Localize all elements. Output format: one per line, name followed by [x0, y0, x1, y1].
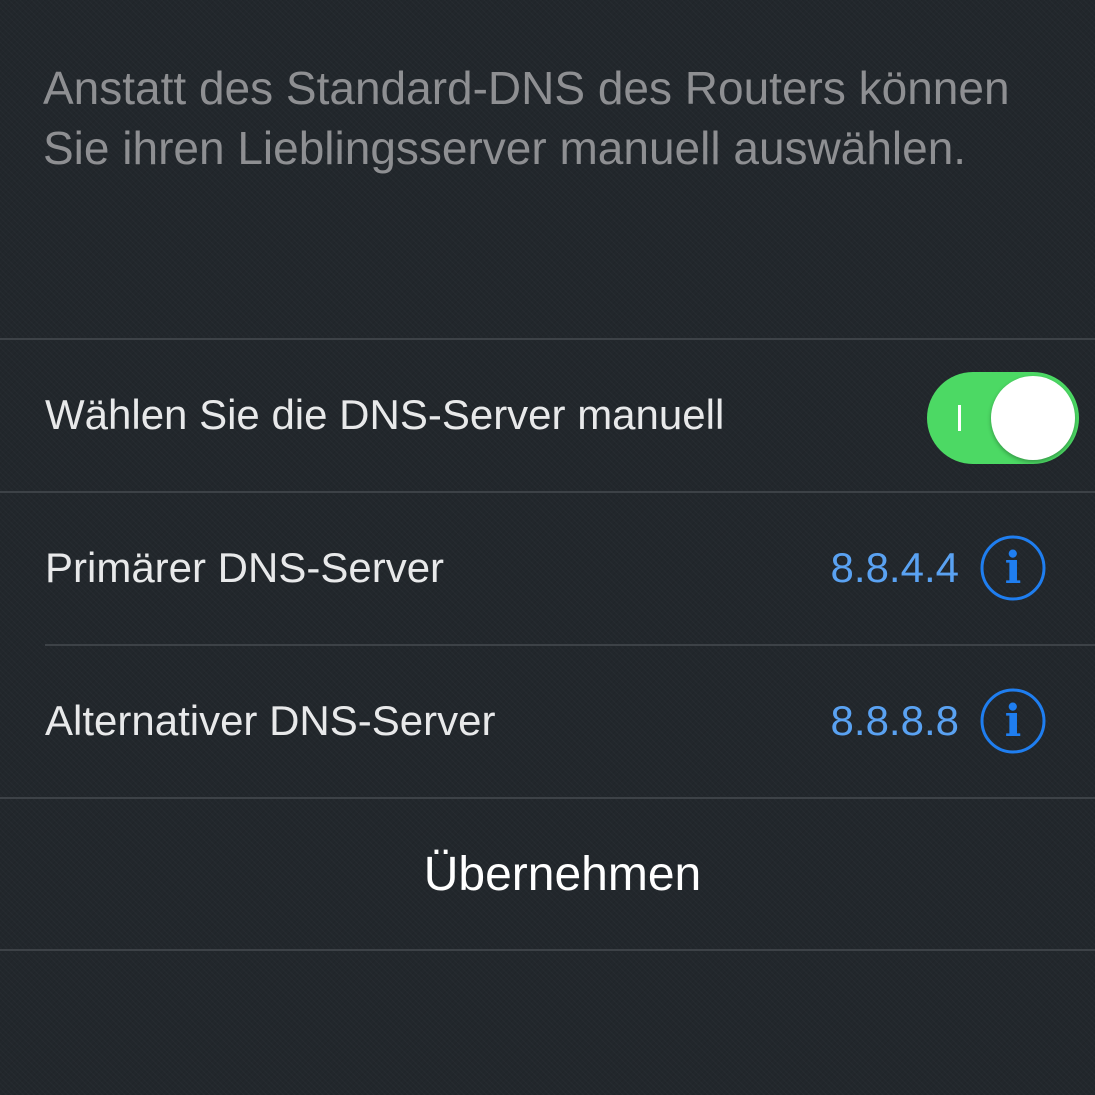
info-icon[interactable]: i — [980, 535, 1046, 601]
toggle-on-indicator — [958, 405, 961, 431]
description-text: Anstatt des Standard-DNS des Routers kön… — [43, 62, 1010, 174]
alternative-dns-label: Alternativer DNS-Server — [45, 697, 496, 744]
primary-dns-label: Primärer DNS-Server — [45, 544, 445, 591]
svg-text:i: i — [1005, 543, 1022, 594]
alternative-dns-row[interactable]: Alternativer DNS-Server 8.8.8.8 i — [0, 646, 1095, 796]
toggle-knob — [991, 376, 1075, 460]
alternative-dns-value: 8.8.8.8 — [830, 697, 959, 744]
divider-bottom — [0, 949, 1095, 951]
apply-button[interactable]: Übernehmen — [0, 800, 1095, 949]
manual-dns-label: Wählen Sie die DNS-Server manuell — [45, 391, 725, 438]
info-icon[interactable]: i — [980, 688, 1046, 754]
manual-dns-row: Wählen Sie die DNS-Server manuell — [0, 340, 1095, 490]
divider-before-apply — [0, 797, 1095, 799]
primary-dns-value: 8.8.4.4 — [830, 544, 959, 591]
manual-dns-toggle[interactable] — [927, 372, 1079, 464]
svg-text:i: i — [1005, 696, 1022, 747]
primary-dns-row[interactable]: Primärer DNS-Server 8.8.4.4 i — [0, 493, 1095, 643]
